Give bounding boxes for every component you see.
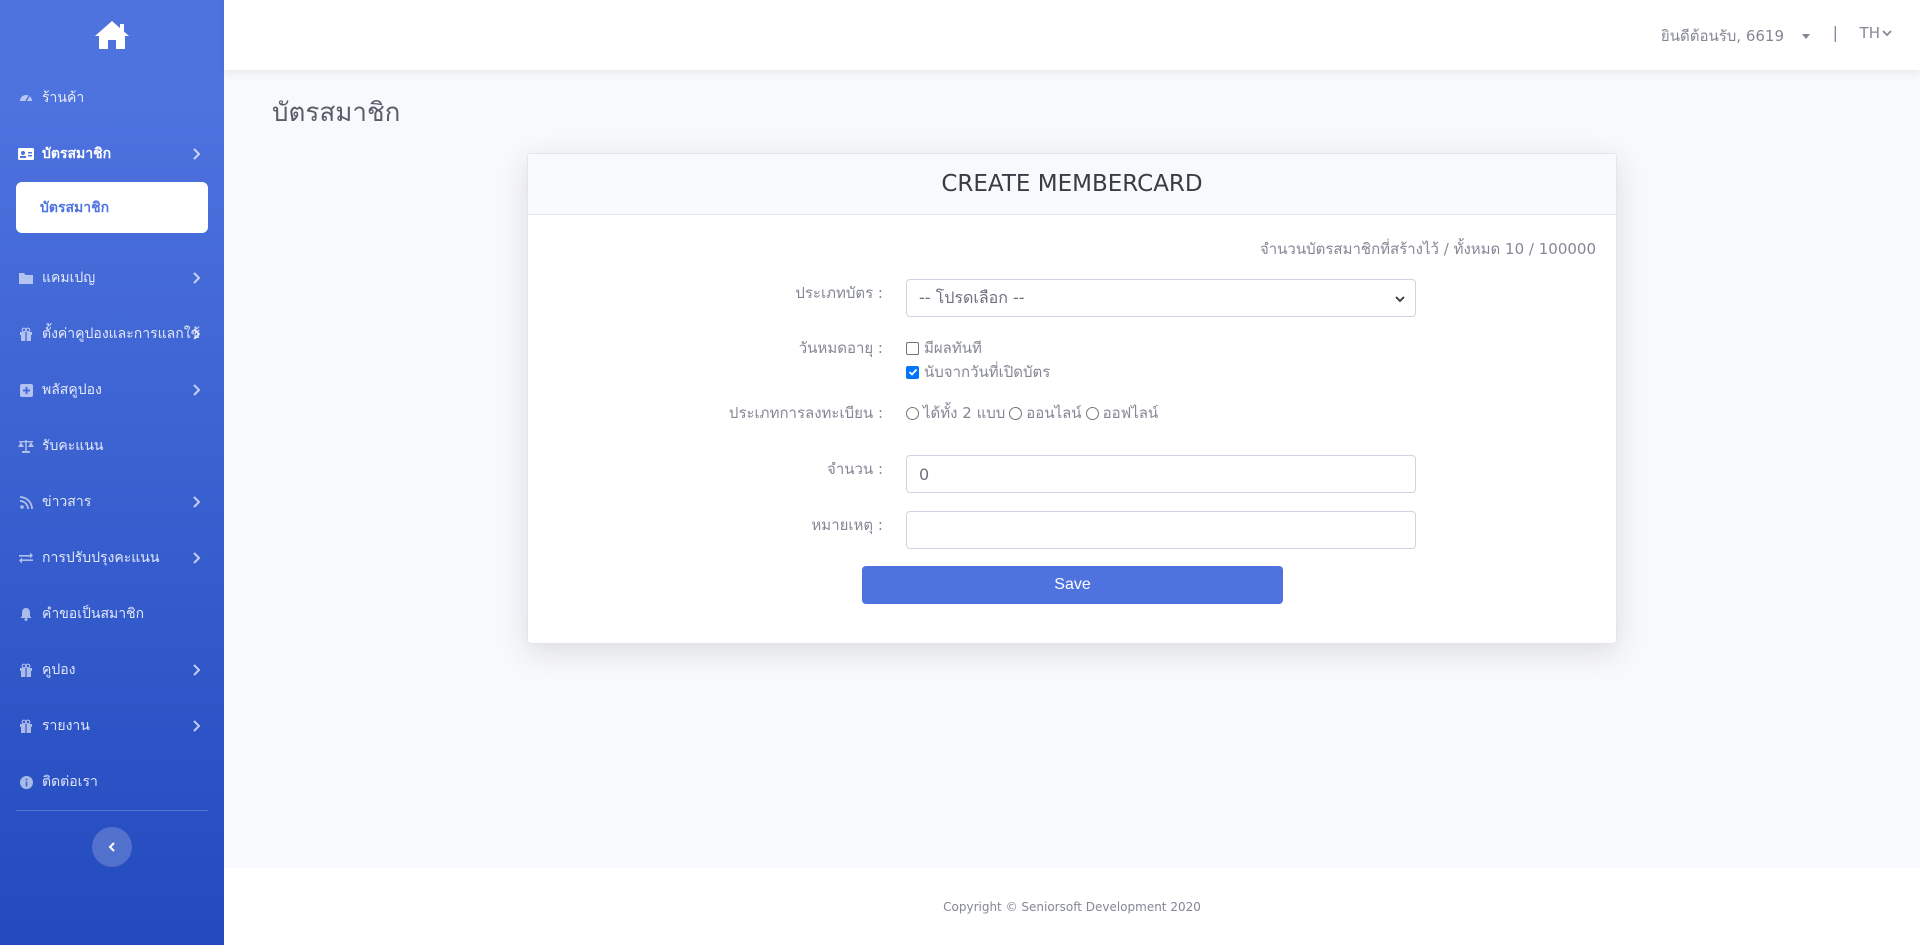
membercard-count: จำนวนบัตรสมาชิกที่สร้างไว้ / ทั้งหมด 10 … xyxy=(1259,240,1596,258)
id-card-icon xyxy=(18,146,34,162)
card-header: CREATE MEMBERCARD xyxy=(528,154,1616,215)
note-input[interactable] xyxy=(906,511,1416,549)
checkmark-icon xyxy=(908,368,917,376)
copyright-text: Copyright © Seniorsoft Development 2020 xyxy=(943,899,1201,914)
register-online-label: ออนไลน์ xyxy=(1026,404,1082,422)
bell-icon xyxy=(18,606,34,622)
register-online-radio[interactable] xyxy=(1009,406,1023,420)
chevron-down-icon xyxy=(1882,30,1892,37)
language-label: TH xyxy=(1859,24,1880,42)
balance-scale-icon xyxy=(18,438,34,454)
register-both-radio[interactable] xyxy=(906,406,919,420)
sidebar-item-label: บัตรสมาชิก xyxy=(42,146,112,162)
rss-icon xyxy=(18,494,34,510)
sidebar-item-membership-requests[interactable]: คำขอเป็นสมาชิก xyxy=(0,594,224,634)
sidebar: ร้านค้า บัตรสมาชิก บัตรสมาชิก แคมเปญ ตั้… xyxy=(0,0,224,945)
gift-icon xyxy=(18,662,34,678)
sidebar-item-label: การปรับปรุงคะแนน xyxy=(42,550,160,566)
chevron-left-icon xyxy=(108,842,115,852)
chevron-right-icon xyxy=(193,148,201,160)
sidebar-item-store[interactable]: ร้านค้า xyxy=(0,78,224,118)
folder-icon xyxy=(18,270,34,286)
expiry-option-from-open[interactable]: นับจากวันที่เปิดบัตร xyxy=(906,360,1050,384)
chevron-right-icon xyxy=(193,664,201,676)
save-button[interactable]: Save xyxy=(862,566,1283,604)
expiry-option-immediate[interactable]: มีผลทันที xyxy=(906,336,982,360)
tachometer-icon xyxy=(18,90,34,106)
chevron-right-icon xyxy=(193,720,201,732)
user-dropdown[interactable]: ยินดีต้อนรับ, 6619 xyxy=(1661,24,1810,48)
note-label: หมายเหตุ : xyxy=(811,516,883,534)
sidebar-item-coupons[interactable]: คูปอง xyxy=(0,650,224,690)
sidebar-item-label: ตั้งค่าคูปองและการแลกใช้ xyxy=(42,326,201,342)
card-type-label: ประเภทบัตร : xyxy=(795,284,883,302)
sidebar-subitem-membercard[interactable]: บัตรสมาชิก xyxy=(16,182,208,233)
register-type-radios: ได้ทั้ง 2 แบบ ออนไลน์ ออฟไลน์ xyxy=(906,401,1162,425)
sidebar-item-label: ติดต่อเรา xyxy=(42,774,98,790)
topbar-separator: | xyxy=(1832,23,1838,42)
register-both-label: ได้ทั้ง 2 แบบ xyxy=(923,404,1006,422)
quantity-value: 0 xyxy=(919,464,930,484)
topbar: ยินดีต้อนรับ, 6619 | TH xyxy=(224,0,1920,70)
register-offline-radio[interactable] xyxy=(1085,406,1099,420)
sidebar-item-label: คูปอง xyxy=(42,662,76,678)
sidebar-divider xyxy=(16,810,208,811)
chevron-down-icon xyxy=(1395,296,1405,303)
caret-down-icon xyxy=(1802,33,1810,39)
sidebar-item-reports[interactable]: รายงาน xyxy=(0,706,224,746)
sidebar-toggle-button[interactable] xyxy=(92,827,132,867)
sidebar-item-label: รับคะแนน xyxy=(42,438,104,454)
expiry-from-open-checkbox[interactable] xyxy=(906,365,919,379)
home-icon xyxy=(95,21,129,49)
chevron-right-icon xyxy=(193,552,201,564)
sidebar-subitem-label: บัตรสมาชิก xyxy=(40,199,110,216)
sidebar-item-label: ข่าวสาร xyxy=(42,494,92,510)
card-type-selected: -- โปรดเลือก -- xyxy=(919,287,1025,307)
info-circle-icon xyxy=(18,774,34,790)
sidebar-item-plus-coupon[interactable]: พลัสคูปอง xyxy=(0,370,224,410)
sidebar-item-label: ร้านค้า xyxy=(42,90,85,106)
chevron-right-icon xyxy=(193,384,201,396)
expiry-immediate-checkbox[interactable] xyxy=(906,341,919,355)
brand-link[interactable] xyxy=(0,0,224,70)
expiry-from-open-label: นับจากวันที่เปิดบัตร xyxy=(924,363,1051,381)
chevron-right-icon xyxy=(193,496,201,508)
sidebar-item-coupon-settings[interactable]: ตั้งค่าคูปองและการแลกใช้ xyxy=(0,314,224,354)
sidebar-item-label: คำขอเป็นสมาชิก xyxy=(42,606,145,622)
sidebar-item-receive-points[interactable]: รับคะแนน xyxy=(0,426,224,466)
sidebar-item-campaign[interactable]: แคมเปญ xyxy=(0,258,224,298)
exchange-icon xyxy=(18,550,34,566)
language-dropdown[interactable]: TH xyxy=(1860,24,1892,42)
sidebar-item-news[interactable]: ข่าวสาร xyxy=(0,482,224,522)
sidebar-item-contact[interactable]: ติดต่อเรา xyxy=(0,762,224,802)
plus-square-icon xyxy=(18,382,34,398)
chevron-right-icon xyxy=(193,328,201,340)
quantity-label: จำนวน : xyxy=(827,460,883,478)
expiry-immediate-label: มีผลทันที xyxy=(924,339,982,357)
sidebar-item-label: พลัสคูปอง xyxy=(42,382,102,398)
quantity-input[interactable]: 0 xyxy=(906,455,1416,493)
gift-icon xyxy=(18,718,34,734)
gift-icon xyxy=(18,326,34,342)
register-offline-label: ออฟไลน์ xyxy=(1102,404,1159,422)
register-type-label: ประเภทการลงทะเบียน : xyxy=(728,404,883,422)
sidebar-item-points-adjustment[interactable]: การปรับปรุงคะแนน xyxy=(0,538,224,578)
chevron-right-icon xyxy=(193,272,201,284)
card-type-select[interactable]: -- โปรดเลือก -- xyxy=(906,279,1416,317)
create-membercard-card: CREATE MEMBERCARD จำนวนบัตรสมาชิกที่สร้า… xyxy=(527,153,1617,644)
page-title: บัตรสมาชิก xyxy=(272,98,401,128)
footer: Copyright © Seniorsoft Development 2020 xyxy=(224,868,1920,945)
sidebar-item-label: รายงาน xyxy=(42,718,90,734)
sidebar-item-membercard[interactable]: บัตรสมาชิก xyxy=(0,134,224,174)
sidebar-item-label: แคมเปญ xyxy=(42,270,96,286)
welcome-text: ยินดีต้อนรับ, 6619 xyxy=(1660,27,1784,45)
expiry-label: วันหมดอายุ : xyxy=(798,339,883,357)
